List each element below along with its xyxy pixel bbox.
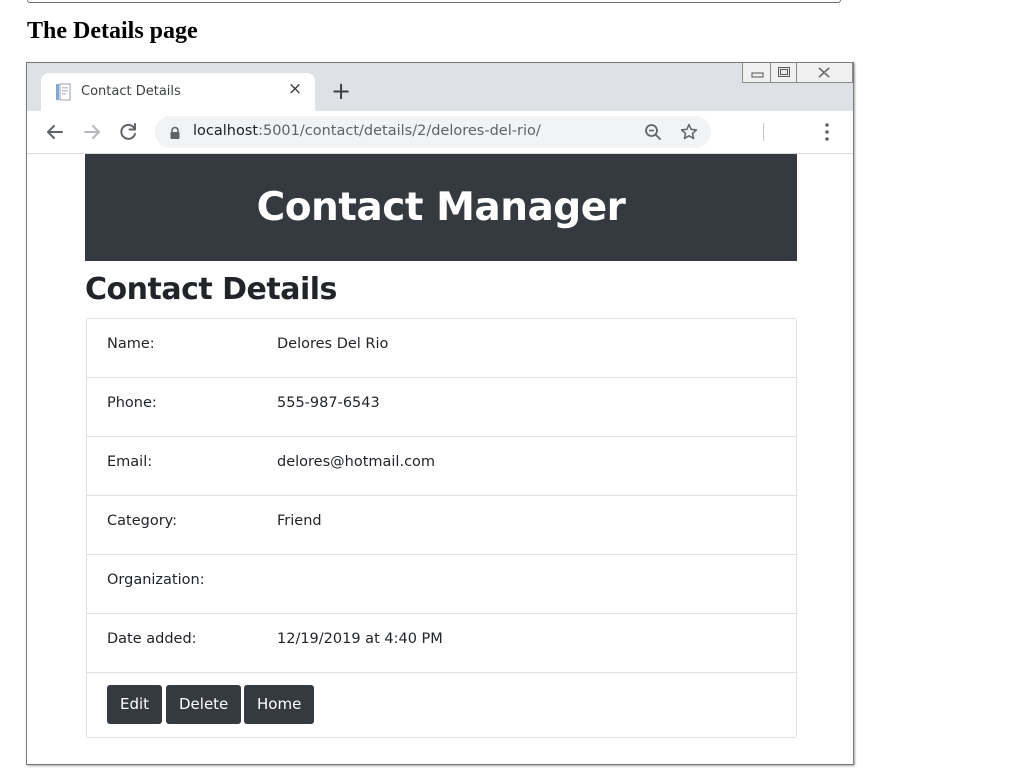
detail-row-date-added: Date added: 12/19/2019 at 4:40 PM (87, 614, 796, 673)
action-buttons: Edit Delete Home (87, 673, 796, 737)
page-heading: Contact Details (85, 272, 337, 307)
detail-value: Friend (277, 513, 322, 529)
browser-window: Contact Details × + localhost:5001/conta… (26, 62, 854, 765)
arrow-left-icon (47, 125, 63, 139)
detail-value: Delores Del Rio (277, 336, 389, 352)
kebab-menu-icon (825, 123, 829, 141)
tab-title: Contact Details (81, 84, 181, 99)
forward-button[interactable] (80, 120, 104, 144)
tab-close-icon[interactable]: × (287, 81, 303, 98)
detail-row-organization: Organization: (87, 555, 796, 614)
delete-button[interactable]: Delete (166, 685, 242, 724)
site-banner: Contact Manager (85, 154, 797, 261)
detail-label: Category: (107, 513, 178, 529)
back-button[interactable] (43, 120, 67, 144)
page-viewport: Contact Manager Contact Details Name: De… (27, 154, 853, 764)
address-bar[interactable]: localhost:5001/contact/details/2/delores… (155, 116, 711, 148)
minimize-icon (751, 72, 764, 78)
bookmark-star-icon[interactable] (679, 122, 699, 142)
detail-row-phone: Phone: 555-987-6543 (87, 378, 796, 437)
site-title: Contact Manager (256, 185, 626, 230)
window-close-icon (818, 67, 831, 78)
detail-row-name: Name: Delores Del Rio (87, 319, 796, 378)
toolbar-separator (763, 123, 764, 141)
lock-icon (169, 125, 181, 139)
minimize-button[interactable] (743, 63, 771, 82)
maximize-button[interactable] (771, 63, 797, 82)
window-close-button[interactable] (797, 63, 852, 82)
detail-value: 555-987-6543 (277, 395, 380, 411)
reload-button[interactable] (116, 120, 140, 144)
new-tab-button[interactable]: + (329, 79, 353, 103)
detail-label: Email: (107, 454, 153, 470)
arrow-right-icon (84, 125, 100, 139)
detail-row-category: Category: Friend (87, 496, 796, 555)
tab-contact-details[interactable]: Contact Details × (41, 73, 315, 111)
url-host: localhost (193, 123, 259, 139)
detail-label: Organization: (107, 572, 205, 588)
zoom-out-icon[interactable] (643, 122, 663, 142)
url-path: :5001/contact/details/2/delores-del-rio/ (258, 123, 541, 139)
detail-value: 12/19/2019 at 4:40 PM (277, 631, 443, 647)
url-text: localhost:5001/contact/details/2/delores… (193, 123, 541, 139)
home-button[interactable]: Home (244, 685, 315, 724)
edit-button[interactable]: Edit (107, 685, 163, 724)
maximize-icon (778, 67, 790, 77)
browser-menu-button[interactable] (817, 120, 837, 144)
previous-figure-edge (27, 0, 841, 3)
tab-strip: Contact Details × + (27, 63, 853, 111)
detail-value: delores@hotmail.com (277, 454, 436, 470)
browser-toolbar: localhost:5001/contact/details/2/delores… (27, 111, 853, 154)
detail-label: Name: (107, 336, 155, 352)
figure-caption: The Details page (27, 18, 198, 44)
page-favicon-icon (55, 83, 71, 101)
detail-label: Phone: (107, 395, 157, 411)
window-controls (742, 63, 853, 83)
contact-details-list: Name: Delores Del Rio Phone: 555-987-654… (86, 318, 797, 738)
detail-label: Date added: (107, 631, 197, 647)
reload-icon (120, 123, 136, 140)
detail-row-email: Email: delores@hotmail.com (87, 437, 796, 496)
